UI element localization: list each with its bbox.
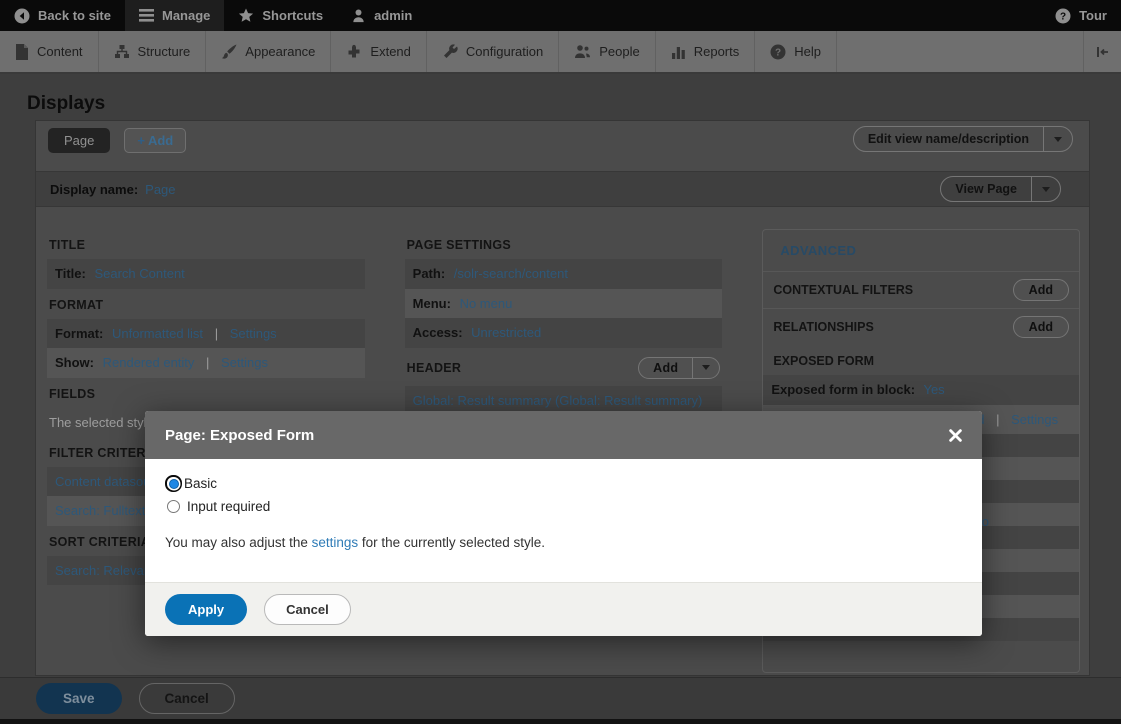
note-suffix: for the currently selected style.	[358, 535, 545, 550]
dialog-titlebar[interactable]: Page: Exposed Form	[145, 411, 982, 459]
exposed-form-dialog: Page: Exposed Form Basic Input required …	[145, 411, 982, 636]
radio-unselected-icon[interactable]	[167, 500, 180, 513]
dialog-cancel-button[interactable]: Cancel	[264, 594, 351, 625]
settings-link[interactable]: settings	[312, 535, 359, 550]
radio-input-required-label: Input required	[187, 499, 270, 514]
dialog-buttonpane: Apply Cancel	[145, 582, 982, 636]
radio-selected-icon[interactable]	[165, 475, 182, 492]
drupal-views-ui-page: Back to site Manage Shortcuts admin ?	[0, 0, 1121, 724]
radio-basic-label: Basic	[184, 476, 217, 491]
apply-button[interactable]: Apply	[165, 594, 247, 625]
dialog-body: Basic Input required You may also adjust…	[145, 459, 982, 569]
dialog-note: You may also adjust the settings for the…	[165, 535, 962, 550]
close-icon	[949, 429, 962, 442]
close-button[interactable]	[949, 429, 962, 442]
note-prefix: You may also adjust the	[165, 535, 312, 550]
radio-option-input-required[interactable]: Input required	[165, 499, 962, 514]
dialog-title: Page: Exposed Form	[165, 427, 314, 444]
radio-option-basic[interactable]: Basic	[165, 475, 962, 492]
radio-dot	[169, 479, 179, 489]
